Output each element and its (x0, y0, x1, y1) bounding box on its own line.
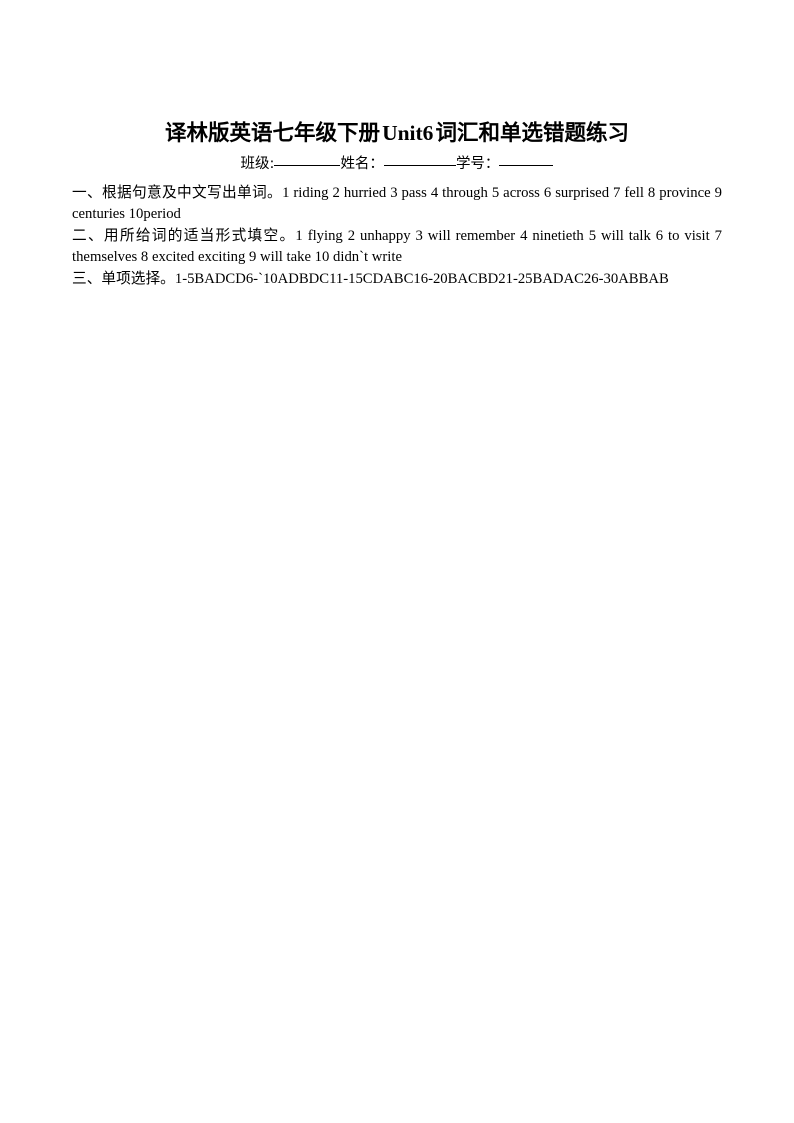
section-one-marker: 一、 (72, 184, 103, 201)
section-one: 一、根据句意及中文写出单词。1 riding 2 hurried 3 pass … (72, 182, 722, 225)
student-info-line: 班级: 姓名： 学号： (72, 153, 722, 175)
section-two-heading: 用所给词的适当形式填空。 (103, 227, 296, 244)
page-title-cn-suffix: 词汇和单选错题练习 (435, 121, 629, 146)
section-one-heading: 根据句意及中文写出单词。 (102, 184, 283, 201)
name-label: 姓名： (340, 156, 384, 172)
section-two-marker: 二、 (72, 227, 104, 244)
section-three: 三、单项选择。1-5BADCD6-`10ADBDC11-15CDABC16-20… (72, 268, 722, 290)
section-three-answers: 1-5BADCD6-`10ADBDC11-15CDABC16-20BACBD21… (174, 271, 669, 287)
section-three-marker: 三、 (72, 270, 102, 287)
class-label: 班级: (240, 156, 275, 172)
section-two: 二、用所给词的适当形式填空。1 flying 2 unhappy 3 will … (72, 225, 722, 268)
class-input-blank[interactable] (274, 165, 341, 166)
page-title: 译林版英语七年级下册Unit6词汇和单选错题练习 (72, 118, 722, 149)
student-id-input-blank[interactable] (499, 165, 554, 166)
student-id-label: 学号： (455, 156, 500, 172)
document-page: 译林版英语七年级下册Unit6词汇和单选错题练习 班级: 姓名： 学号： 一、根据句… (0, 0, 794, 1123)
name-input-blank[interactable] (383, 165, 456, 166)
section-three-heading: 单项选择。 (101, 270, 175, 287)
document-content: 译林版英语七年级下册Unit6词汇和单选错题练习 班级: 姓名： 学号： 一、根据句… (72, 118, 722, 290)
page-title-cn-prefix: 译林版英语七年级下册 (165, 121, 381, 146)
page-title-unit: Unit6 (382, 121, 434, 145)
